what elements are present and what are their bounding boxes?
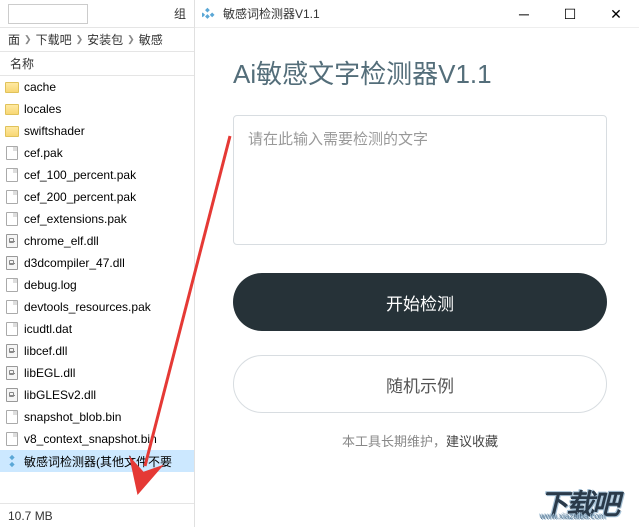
status-size: 10.7 MB [8, 509, 53, 523]
minimize-button[interactable]: ─ [501, 0, 547, 27]
chevron-right-icon: ❯ [127, 34, 135, 45]
breadcrumb-item[interactable]: 下载吧 [36, 31, 72, 48]
file-row[interactable]: devtools_resources.pak [0, 296, 194, 318]
close-button[interactable]: ✕ [593, 0, 639, 27]
file-name: devtools_resources.pak [24, 300, 151, 314]
window-controls: ─ ☐ ✕ [501, 0, 639, 27]
file-row[interactable]: libGLESv2.dll [0, 384, 194, 406]
file-list: cache locales swiftshader cef.pak cef_100_pe… [0, 76, 194, 503]
breadcrumb: 面 ❯ 下载吧 ❯ 安装包 ❯ 敏感 [0, 28, 194, 52]
file-name: v8_context_snapshot.bin [24, 432, 157, 446]
file-row[interactable]: cef_100_percent.pak [0, 164, 194, 186]
file-name: debug.log [24, 278, 77, 292]
file-row[interactable]: chrome_elf.dll [0, 230, 194, 252]
file-row[interactable]: locales [0, 98, 194, 120]
file-row[interactable]: cache [0, 76, 194, 98]
explorer-toolbar: 组 [0, 0, 194, 28]
chevron-right-icon: ❯ [76, 34, 84, 45]
file-icon [4, 189, 20, 205]
file-name: chrome_elf.dll [24, 234, 99, 248]
app-content: Ai敏感文字检测器V1.1 开始检测 随机示例 本工具长期维护，建议收藏 [195, 28, 639, 527]
file-row[interactable]: cef.pak [0, 142, 194, 164]
file-row[interactable]: 敏感词检测器(其他文件不要 [0, 450, 194, 472]
app-window: 敏感词检测器V1.1 ─ ☐ ✕ Ai敏感文字检测器V1.1 开始检测 随机示例… [195, 0, 639, 527]
dll-file-icon [4, 387, 20, 403]
chevron-right-icon: ❯ [24, 34, 32, 45]
group-label: 组 [174, 5, 190, 22]
breadcrumb-item[interactable]: 面 [8, 31, 20, 48]
file-icon [4, 145, 20, 161]
dll-file-icon [4, 343, 20, 359]
maximize-button[interactable]: ☐ [547, 0, 593, 27]
file-icon [4, 431, 20, 447]
page-title: Ai敏感文字检测器V1.1 [233, 54, 607, 91]
maximize-icon: ☐ [564, 7, 577, 21]
close-icon: ✕ [610, 7, 622, 21]
exe-file-icon [4, 453, 20, 469]
file-icon [4, 321, 20, 337]
file-row[interactable]: swiftshader [0, 120, 194, 142]
titlebar: 敏感词检测器V1.1 ─ ☐ ✕ [195, 0, 639, 28]
file-name: icudtl.dat [24, 322, 72, 336]
file-row[interactable]: v8_context_snapshot.bin [0, 428, 194, 450]
file-name: locales [24, 102, 61, 116]
file-name: libcef.dll [24, 344, 67, 358]
file-icon [4, 277, 20, 293]
file-row[interactable]: cef_extensions.pak [0, 208, 194, 230]
file-icon [4, 211, 20, 227]
window-title: 敏感词检测器V1.1 [223, 5, 320, 22]
file-row[interactable]: debug.log [0, 274, 194, 296]
start-detect-button[interactable]: 开始检测 [233, 273, 607, 331]
view-dropdown[interactable] [8, 4, 88, 24]
footer-text: 本工具长期维护，建议收藏 [233, 431, 607, 450]
app-icon [201, 6, 217, 22]
file-icon [4, 167, 20, 183]
file-name: d3dcompiler_47.dll [24, 256, 125, 270]
file-row[interactable]: libEGL.dll [0, 362, 194, 384]
file-row[interactable]: libcef.dll [0, 340, 194, 362]
minimize-icon: ─ [519, 7, 529, 21]
random-example-button[interactable]: 随机示例 [233, 355, 607, 413]
file-icon [4, 409, 20, 425]
file-name: libEGL.dll [24, 366, 75, 380]
folder-icon [4, 79, 20, 95]
file-name: snapshot_blob.bin [24, 410, 121, 424]
input-textarea[interactable] [233, 115, 607, 245]
file-name: cef_100_percent.pak [24, 168, 136, 182]
file-row[interactable]: d3dcompiler_47.dll [0, 252, 194, 274]
dll-file-icon [4, 255, 20, 271]
breadcrumb-item[interactable]: 安装包 [87, 31, 123, 48]
file-name: swiftshader [24, 124, 85, 138]
file-explorer-pane: 组 面 ❯ 下载吧 ❯ 安装包 ❯ 敏感 名称 cache locales swif… [0, 0, 195, 527]
file-name: cef.pak [24, 146, 63, 160]
breadcrumb-item[interactable]: 敏感 [139, 31, 163, 48]
file-name: 敏感词检测器(其他文件不要 [24, 453, 172, 470]
file-name: cef_200_percent.pak [24, 190, 136, 204]
folder-icon [4, 101, 20, 117]
file-name: libGLESv2.dll [24, 388, 96, 402]
file-row[interactable]: icudtl.dat [0, 318, 194, 340]
dll-file-icon [4, 233, 20, 249]
dll-file-icon [4, 365, 20, 381]
folder-icon [4, 123, 20, 139]
file-row[interactable]: cef_200_percent.pak [0, 186, 194, 208]
file-icon [4, 299, 20, 315]
status-bar: 10.7 MB [0, 503, 194, 527]
file-name: cef_extensions.pak [24, 212, 127, 226]
column-header-name[interactable]: 名称 [0, 52, 194, 76]
file-name: cache [24, 80, 56, 94]
file-row[interactable]: snapshot_blob.bin [0, 406, 194, 428]
